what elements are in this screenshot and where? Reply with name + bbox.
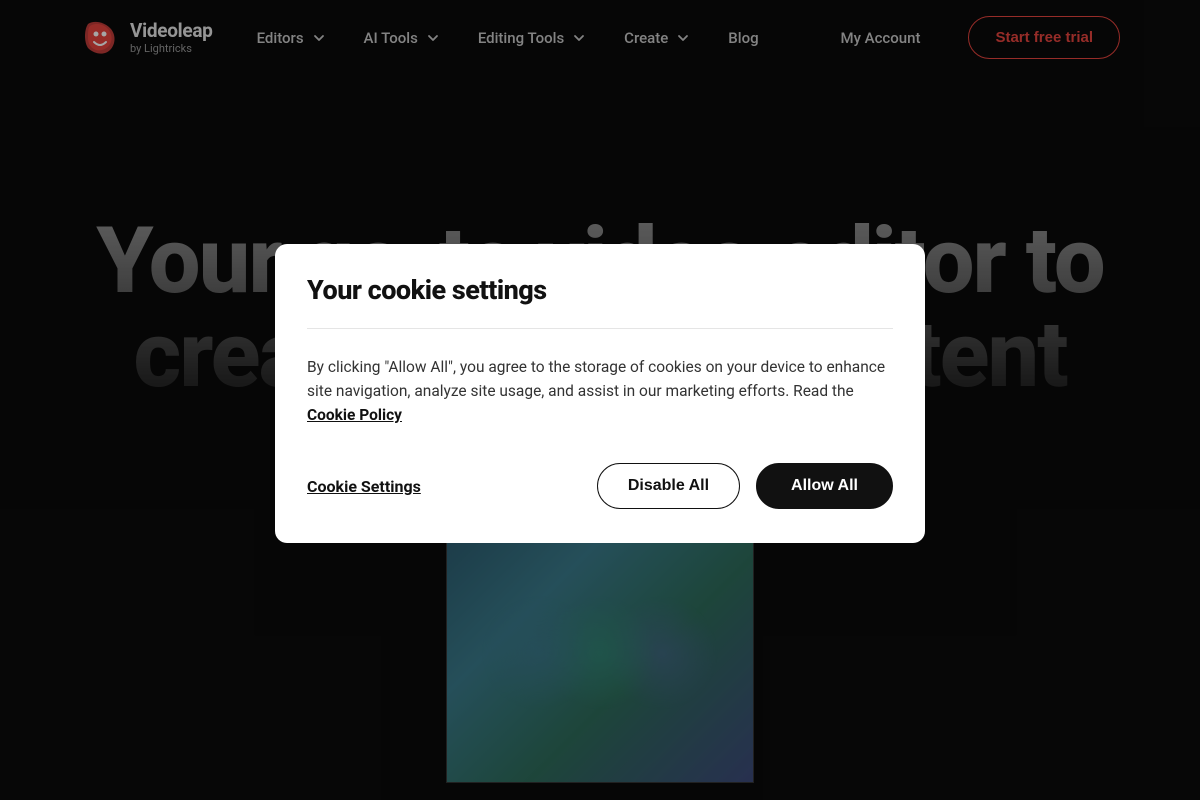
modal-overlay: Your cookie settings By clicking "Allow … (0, 0, 1200, 800)
disable-all-button[interactable]: Disable All (597, 463, 740, 509)
cookie-consent-modal: Your cookie settings By clicking "Allow … (275, 244, 925, 543)
allow-all-button[interactable]: Allow All (756, 463, 893, 509)
modal-title: Your cookie settings (307, 274, 893, 329)
cookie-settings-link[interactable]: Cookie Settings (307, 477, 421, 496)
cookie-policy-link[interactable]: Cookie Policy (307, 406, 402, 424)
modal-body: By clicking "Allow All", you agree to th… (307, 355, 893, 427)
modal-body-text: By clicking "Allow All", you agree to th… (307, 358, 885, 400)
modal-actions: Cookie Settings Disable All Allow All (307, 463, 893, 509)
